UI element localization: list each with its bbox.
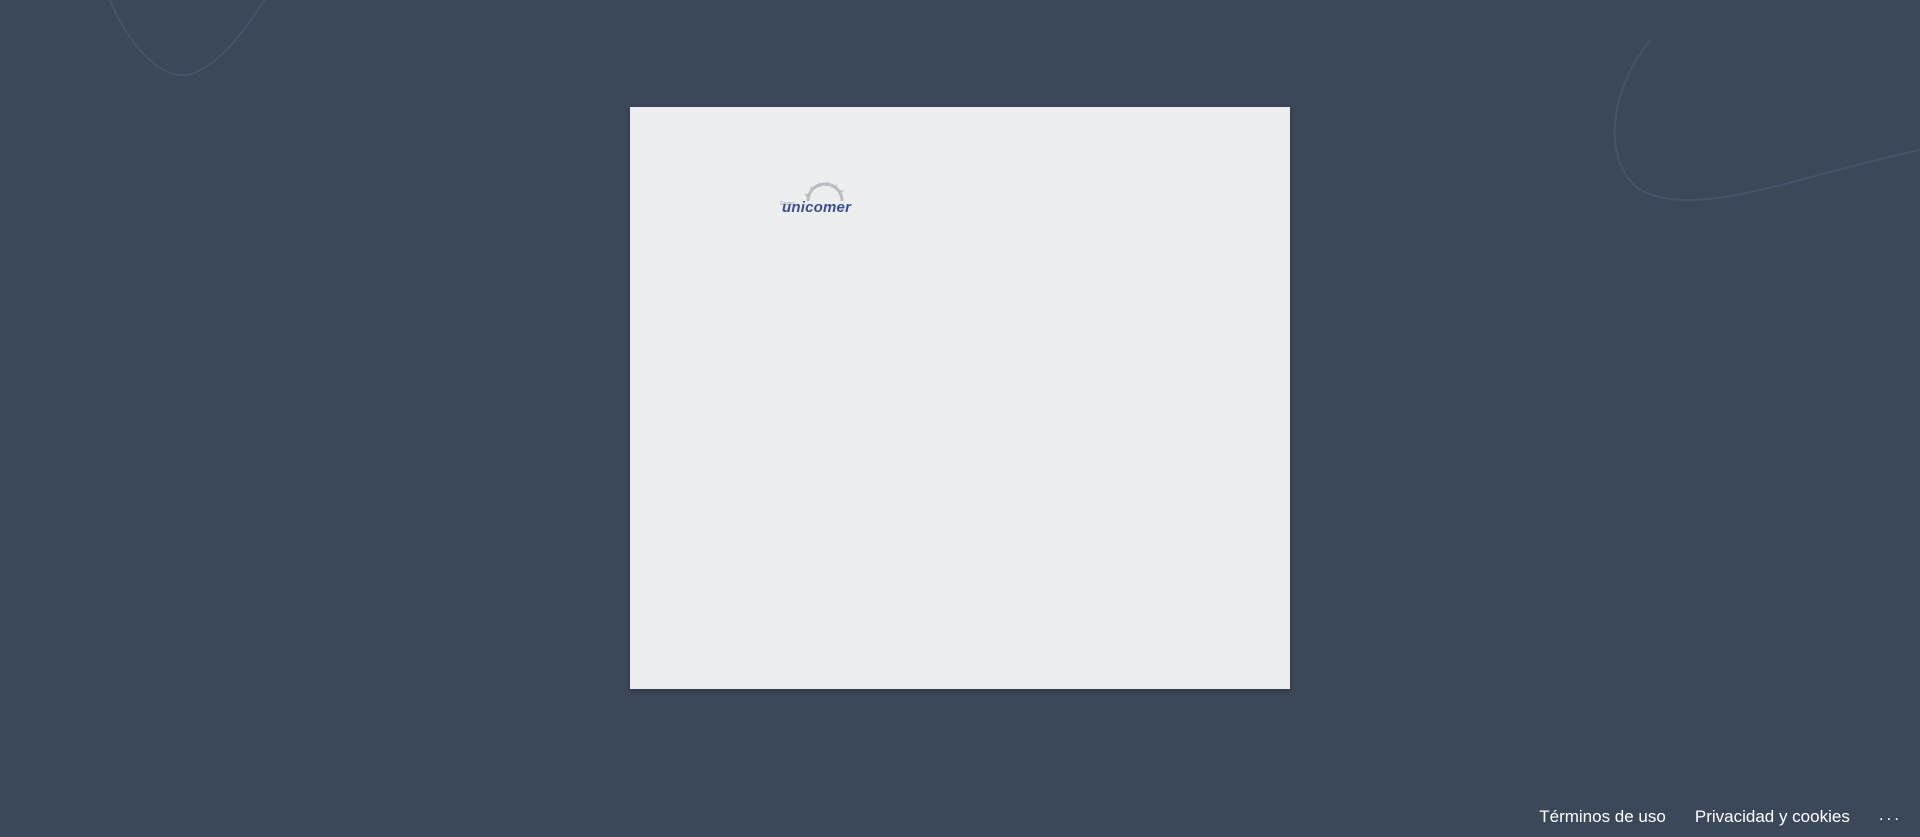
unicomer-logo: Grupo unicomer	[780, 181, 870, 221]
logo-text: unicomer	[782, 199, 852, 216]
footer: Términos de uso Privacidad y cookies ...	[1539, 806, 1902, 827]
more-options-button[interactable]: ...	[1879, 806, 1902, 823]
privacy-link[interactable]: Privacidad y cookies	[1695, 807, 1850, 827]
page: Grupo unicomer Términos de uso Privacida…	[0, 0, 1920, 837]
login-card: Grupo unicomer	[630, 107, 1290, 689]
terms-link[interactable]: Términos de uso	[1539, 807, 1666, 827]
